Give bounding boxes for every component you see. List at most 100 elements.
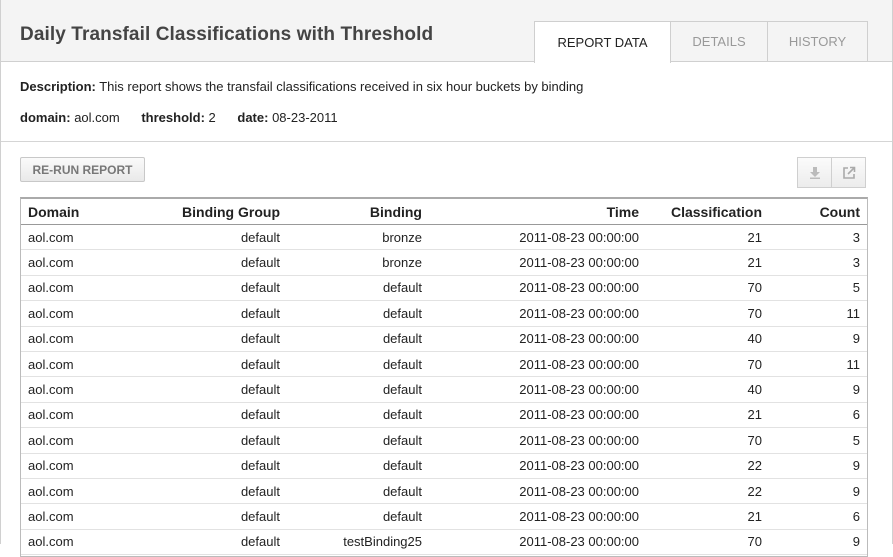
table-row: aol.com default default 2011-08-23 00:00:00… [21, 300, 867, 327]
cell-classification: 70 [639, 275, 762, 302]
cell-time: 2011-08-23 00:00:00 [422, 453, 639, 479]
cell-binding-group: default [138, 376, 280, 403]
tab-report-data[interactable]: REPORT DATA [534, 21, 671, 63]
table-row: aol.com default default 2011-08-23 00:00:00… [21, 351, 867, 378]
cell-binding: bronze [280, 249, 422, 276]
table-row: aol.com default default 2011-08-23 00:00:00… [21, 427, 867, 454]
report-params: domain: aol.com threshold: 2 date: 08-23… [20, 110, 356, 125]
cell-count: 5 [762, 275, 867, 302]
description-text: This report shows the transfail classifi… [99, 79, 584, 94]
cell-time: 2011-08-23 00:00:00 [422, 351, 639, 378]
cell-binding-group: default [138, 275, 280, 302]
external-link-icon [842, 166, 855, 179]
report-panel: Daily Transfail Classifications with Thr… [0, 0, 893, 557]
column-header-domain[interactable]: Domain [21, 199, 138, 225]
cell-domain: aol.com [21, 402, 138, 429]
table-row: aol.com default bronze 2011-08-23 00:00:00 2… [21, 249, 867, 276]
report-description: Description: This report shows the trans… [20, 79, 583, 101]
cell-classification: 70 [639, 529, 762, 556]
cell-binding-group: default [138, 351, 280, 378]
cell-binding: default [280, 427, 422, 454]
cell-binding-group: default [138, 402, 280, 429]
cell-count: 11 [762, 300, 867, 327]
param-domain-label: domain: [20, 110, 71, 125]
tab-details[interactable]: DETAILS [670, 21, 768, 61]
tab-history[interactable]: HISTORY [767, 21, 868, 61]
cell-binding-group: default [138, 453, 280, 479]
cell-classification: 40 [639, 326, 762, 352]
section-divider [1, 141, 892, 142]
download-button[interactable] [797, 157, 832, 188]
cell-time: 2011-08-23 00:00:00 [422, 224, 639, 251]
cell-domain: aol.com [21, 326, 138, 352]
export-buttons [797, 157, 866, 188]
table-row: aol.com default default 2011-08-23 00:00:00… [21, 478, 867, 505]
table-body: aol.com default bronze 2011-08-23 00:00:00 2… [21, 224, 867, 556]
report-header: Daily Transfail Classifications with Thr… [1, 0, 892, 63]
cell-domain: aol.com [21, 503, 138, 530]
cell-count: 9 [762, 478, 867, 505]
cell-time: 2011-08-23 00:00:00 [422, 376, 639, 403]
cell-domain: aol.com [21, 529, 138, 556]
cell-binding: default [280, 275, 422, 302]
report-table: Domain Binding Group Binding Time Classi… [21, 199, 867, 556]
cell-count: 6 [762, 402, 867, 429]
column-header-binding[interactable]: Binding [280, 199, 422, 225]
cell-time: 2011-08-23 00:00:00 [422, 275, 639, 302]
cell-time: 2011-08-23 00:00:00 [422, 249, 639, 276]
cell-count: 9 [762, 529, 867, 556]
cell-binding-group: default [138, 300, 280, 327]
open-external-button[interactable] [831, 157, 866, 188]
cell-count: 9 [762, 326, 867, 352]
table-row: aol.com default bronze 2011-08-23 00:00:00 2… [21, 224, 867, 251]
cell-binding-group: default [138, 249, 280, 276]
cell-domain: aol.com [21, 376, 138, 403]
cell-binding: default [280, 300, 422, 327]
cell-count: 9 [762, 376, 867, 403]
param-threshold-label: threshold: [141, 110, 205, 125]
cell-count: 9 [762, 453, 867, 479]
page-title: Daily Transfail Classifications with Thr… [20, 24, 434, 45]
cell-classification: 40 [639, 376, 762, 403]
cell-domain: aol.com [21, 300, 138, 327]
cell-binding-group: default [138, 427, 280, 454]
cell-binding-group: default [138, 224, 280, 251]
download-icon [809, 167, 820, 179]
column-header-count[interactable]: Count [762, 199, 867, 225]
cell-domain: aol.com [21, 427, 138, 454]
cell-time: 2011-08-23 00:00:00 [422, 529, 639, 556]
param-domain: domain: aol.com [20, 110, 120, 125]
column-header-binding-group[interactable]: Binding Group [138, 199, 280, 225]
cell-binding-group: default [138, 478, 280, 505]
column-header-classification[interactable]: Classification [639, 199, 762, 225]
cell-time: 2011-08-23 00:00:00 [422, 478, 639, 505]
cell-time: 2011-08-23 00:00:00 [422, 427, 639, 454]
cell-binding: default [280, 326, 422, 352]
table-row: aol.com default default 2011-08-23 00:00:00… [21, 402, 867, 429]
cell-classification: 70 [639, 351, 762, 378]
cell-domain: aol.com [21, 249, 138, 276]
cell-classification: 21 [639, 402, 762, 429]
table-header-row: Domain Binding Group Binding Time Classi… [21, 199, 867, 225]
param-domain-value: aol.com [74, 110, 120, 125]
cell-count: 5 [762, 427, 867, 454]
param-threshold: threshold: 2 [141, 110, 215, 125]
cell-time: 2011-08-23 00:00:00 [422, 300, 639, 327]
cell-binding: default [280, 503, 422, 530]
column-header-time[interactable]: Time [422, 199, 639, 225]
description-label: Description: [20, 79, 96, 94]
rerun-report-button[interactable]: RE-RUN REPORT [20, 157, 145, 182]
table-row: aol.com default default 2011-08-23 00:00:00… [21, 453, 867, 479]
cell-domain: aol.com [21, 275, 138, 302]
cell-binding: default [280, 453, 422, 479]
cell-count: 3 [762, 224, 867, 251]
report-table-container: Domain Binding Group Binding Time Classi… [20, 197, 868, 557]
cell-classification: 70 [639, 427, 762, 454]
cell-classification: 21 [639, 503, 762, 530]
cell-binding-group: default [138, 326, 280, 352]
cell-classification: 21 [639, 249, 762, 276]
cell-count: 6 [762, 503, 867, 530]
cell-domain: aol.com [21, 224, 138, 251]
param-threshold-value: 2 [208, 110, 216, 125]
tab-bar: REPORT DATA DETAILS HISTORY [534, 21, 868, 63]
